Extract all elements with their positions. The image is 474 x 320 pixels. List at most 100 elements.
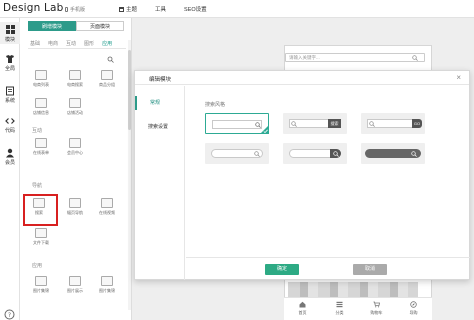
member-icon	[69, 138, 81, 148]
search-icon	[411, 151, 417, 157]
rail-label-code: 代码	[4, 128, 15, 134]
widget-label: 店铺活动	[67, 110, 83, 115]
image-icon	[69, 276, 81, 286]
tab-search-settings[interactable]: 搜索设置	[135, 120, 185, 134]
phone-version-link[interactable]: 手机版	[65, 6, 85, 13]
widget-page-nav[interactable]: 幅页导航	[62, 198, 88, 224]
search-style-option-5[interactable]	[283, 143, 347, 164]
store-icon	[35, 98, 47, 108]
rail-item-code[interactable]: 代码	[0, 116, 20, 134]
phone-search-input[interactable]: 请输入关键字...	[285, 53, 425, 62]
widget-label: 商品分组	[99, 82, 115, 87]
dialog-footer: 确定 取消	[186, 257, 470, 280]
list-icon	[336, 301, 343, 308]
rail-label-module: 模块	[4, 37, 15, 43]
search-icon	[412, 55, 418, 61]
search-icon	[291, 121, 297, 127]
check-icon	[260, 125, 269, 134]
widget-panel: 刷增模块 页面模块 基础 电商 互动 图形 应用 电商列表 电商搜索 商品分组 …	[20, 18, 132, 320]
topnav-theme-label: 主题	[126, 7, 138, 13]
widget-ecommerce-search[interactable]: 电商搜索	[62, 70, 88, 96]
top-nav: 主题 工具 SEO设置	[110, 4, 216, 14]
category-basic[interactable]: 基础	[30, 40, 40, 47]
widget-online-form[interactable]: 在线表单	[28, 138, 54, 164]
list-icon	[35, 70, 47, 80]
category-tabs: 基础 电商 互动 图形 应用	[30, 40, 112, 47]
search-style-label: 搜索风格	[205, 102, 226, 108]
topnav-seo-label: SEO设置	[184, 7, 207, 13]
widget-store-info[interactable]: 店铺信息	[28, 98, 54, 124]
widget-file-download[interactable]: 文件下载	[28, 228, 54, 254]
widget-ecommerce-list[interactable]: 电商列表	[28, 70, 54, 96]
topnav-seo[interactable]: SEO设置	[175, 4, 216, 14]
widget-label: 图片集锦	[33, 288, 49, 293]
image-icon	[35, 276, 47, 286]
scrollbar-thumb[interactable]	[128, 50, 131, 130]
rail-item-system[interactable]: 系统	[0, 86, 20, 104]
rail-item-member[interactable]: 会员	[0, 148, 20, 166]
search-style-option-3[interactable]: GO	[361, 113, 425, 134]
widget-member-center[interactable]: 会员中心	[62, 138, 88, 164]
cancel-button[interactable]: 取消	[353, 264, 387, 275]
widget-label: 文件下载	[33, 240, 49, 245]
widget-online-video[interactable]: 在线视频	[94, 198, 120, 224]
widget-label: 店铺信息	[33, 110, 49, 115]
topnav-tools-label: 工具	[155, 7, 167, 13]
phone-nav-guide[interactable]: 导购	[395, 298, 432, 320]
panel-scrollbar[interactable]	[128, 40, 131, 310]
tab-page-modules[interactable]: 页面模块	[76, 21, 124, 31]
search-style-option-2[interactable]: 搜索	[283, 113, 347, 134]
phone-icon	[65, 7, 68, 12]
document-icon	[6, 86, 14, 96]
rail-item-module[interactable]: 模块	[0, 22, 20, 44]
close-icon[interactable]: ×	[456, 74, 461, 82]
category-graphics[interactable]: 图形	[84, 40, 94, 47]
phone-nav-label: 导购	[409, 310, 418, 315]
search-icon	[333, 151, 339, 157]
panel-tabs: 刷增模块 页面模块	[28, 21, 124, 31]
widget-label: 图片展示	[67, 288, 83, 293]
style-search-button: 搜索	[328, 119, 341, 128]
topnav-tools[interactable]: 工具	[146, 4, 175, 14]
ok-button[interactable]: 确定	[265, 264, 299, 275]
dialog-header: 编辑模块 ×	[135, 71, 469, 85]
search-style-option-6[interactable]	[361, 143, 425, 164]
widget-image-gallery-2[interactable]: 图片集锦	[94, 276, 120, 302]
dialog-title: 编辑模块	[149, 77, 172, 83]
phone-nav-cart[interactable]: 购物车	[358, 298, 395, 320]
left-rail: 模块 全局 系统 代码 会员 ?	[0, 18, 20, 320]
category-divider	[28, 48, 126, 49]
rail-label-system: 系统	[4, 98, 15, 104]
category-ecommerce[interactable]: 电商	[48, 40, 58, 47]
tab-new-modules[interactable]: 刷增模块	[28, 21, 76, 31]
user-icon	[6, 148, 14, 158]
topnav-theme[interactable]: 主题	[110, 4, 146, 14]
rail-item-global[interactable]: 全局	[0, 54, 20, 72]
style-go-button: GO	[412, 119, 422, 128]
help-icon[interactable]: ?	[4, 309, 15, 320]
search-style-option-4[interactable]	[205, 143, 269, 164]
widget-image-gallery[interactable]: 图片集锦	[28, 276, 54, 302]
top-bar: Design Lab 手机版 主题 工具 SEO设置	[0, 0, 474, 18]
search-style-option-1[interactable]	[205, 113, 269, 134]
widget-product-group[interactable]: 商品分组	[94, 70, 120, 96]
form-icon	[35, 138, 47, 148]
group-icon	[101, 70, 113, 80]
tab-general[interactable]: 常规	[135, 96, 185, 110]
search-icon[interactable]	[107, 56, 114, 63]
search-widget-highlight	[23, 194, 58, 226]
widget-label: 电商列表	[33, 82, 49, 87]
widget-image-display[interactable]: 图片展示	[62, 276, 88, 302]
phone-banner-image	[288, 282, 418, 297]
category-application[interactable]: 应用	[102, 40, 112, 47]
phone-nav-home[interactable]: 首页	[284, 298, 321, 320]
cart-icon	[373, 301, 380, 308]
image-icon	[101, 276, 113, 286]
edit-module-dialog: 编辑模块 × 常规 搜索设置 搜索风格 搜索 GO 确定 取消	[134, 70, 470, 280]
shirt-icon	[6, 55, 14, 63]
widget-label: 幅页导航	[67, 210, 83, 215]
widget-label: 在线视频	[99, 210, 115, 215]
category-interaction[interactable]: 互动	[66, 40, 76, 47]
widget-store-activity[interactable]: 店铺活动	[62, 98, 88, 124]
phone-nav-category[interactable]: 分类	[321, 298, 358, 320]
